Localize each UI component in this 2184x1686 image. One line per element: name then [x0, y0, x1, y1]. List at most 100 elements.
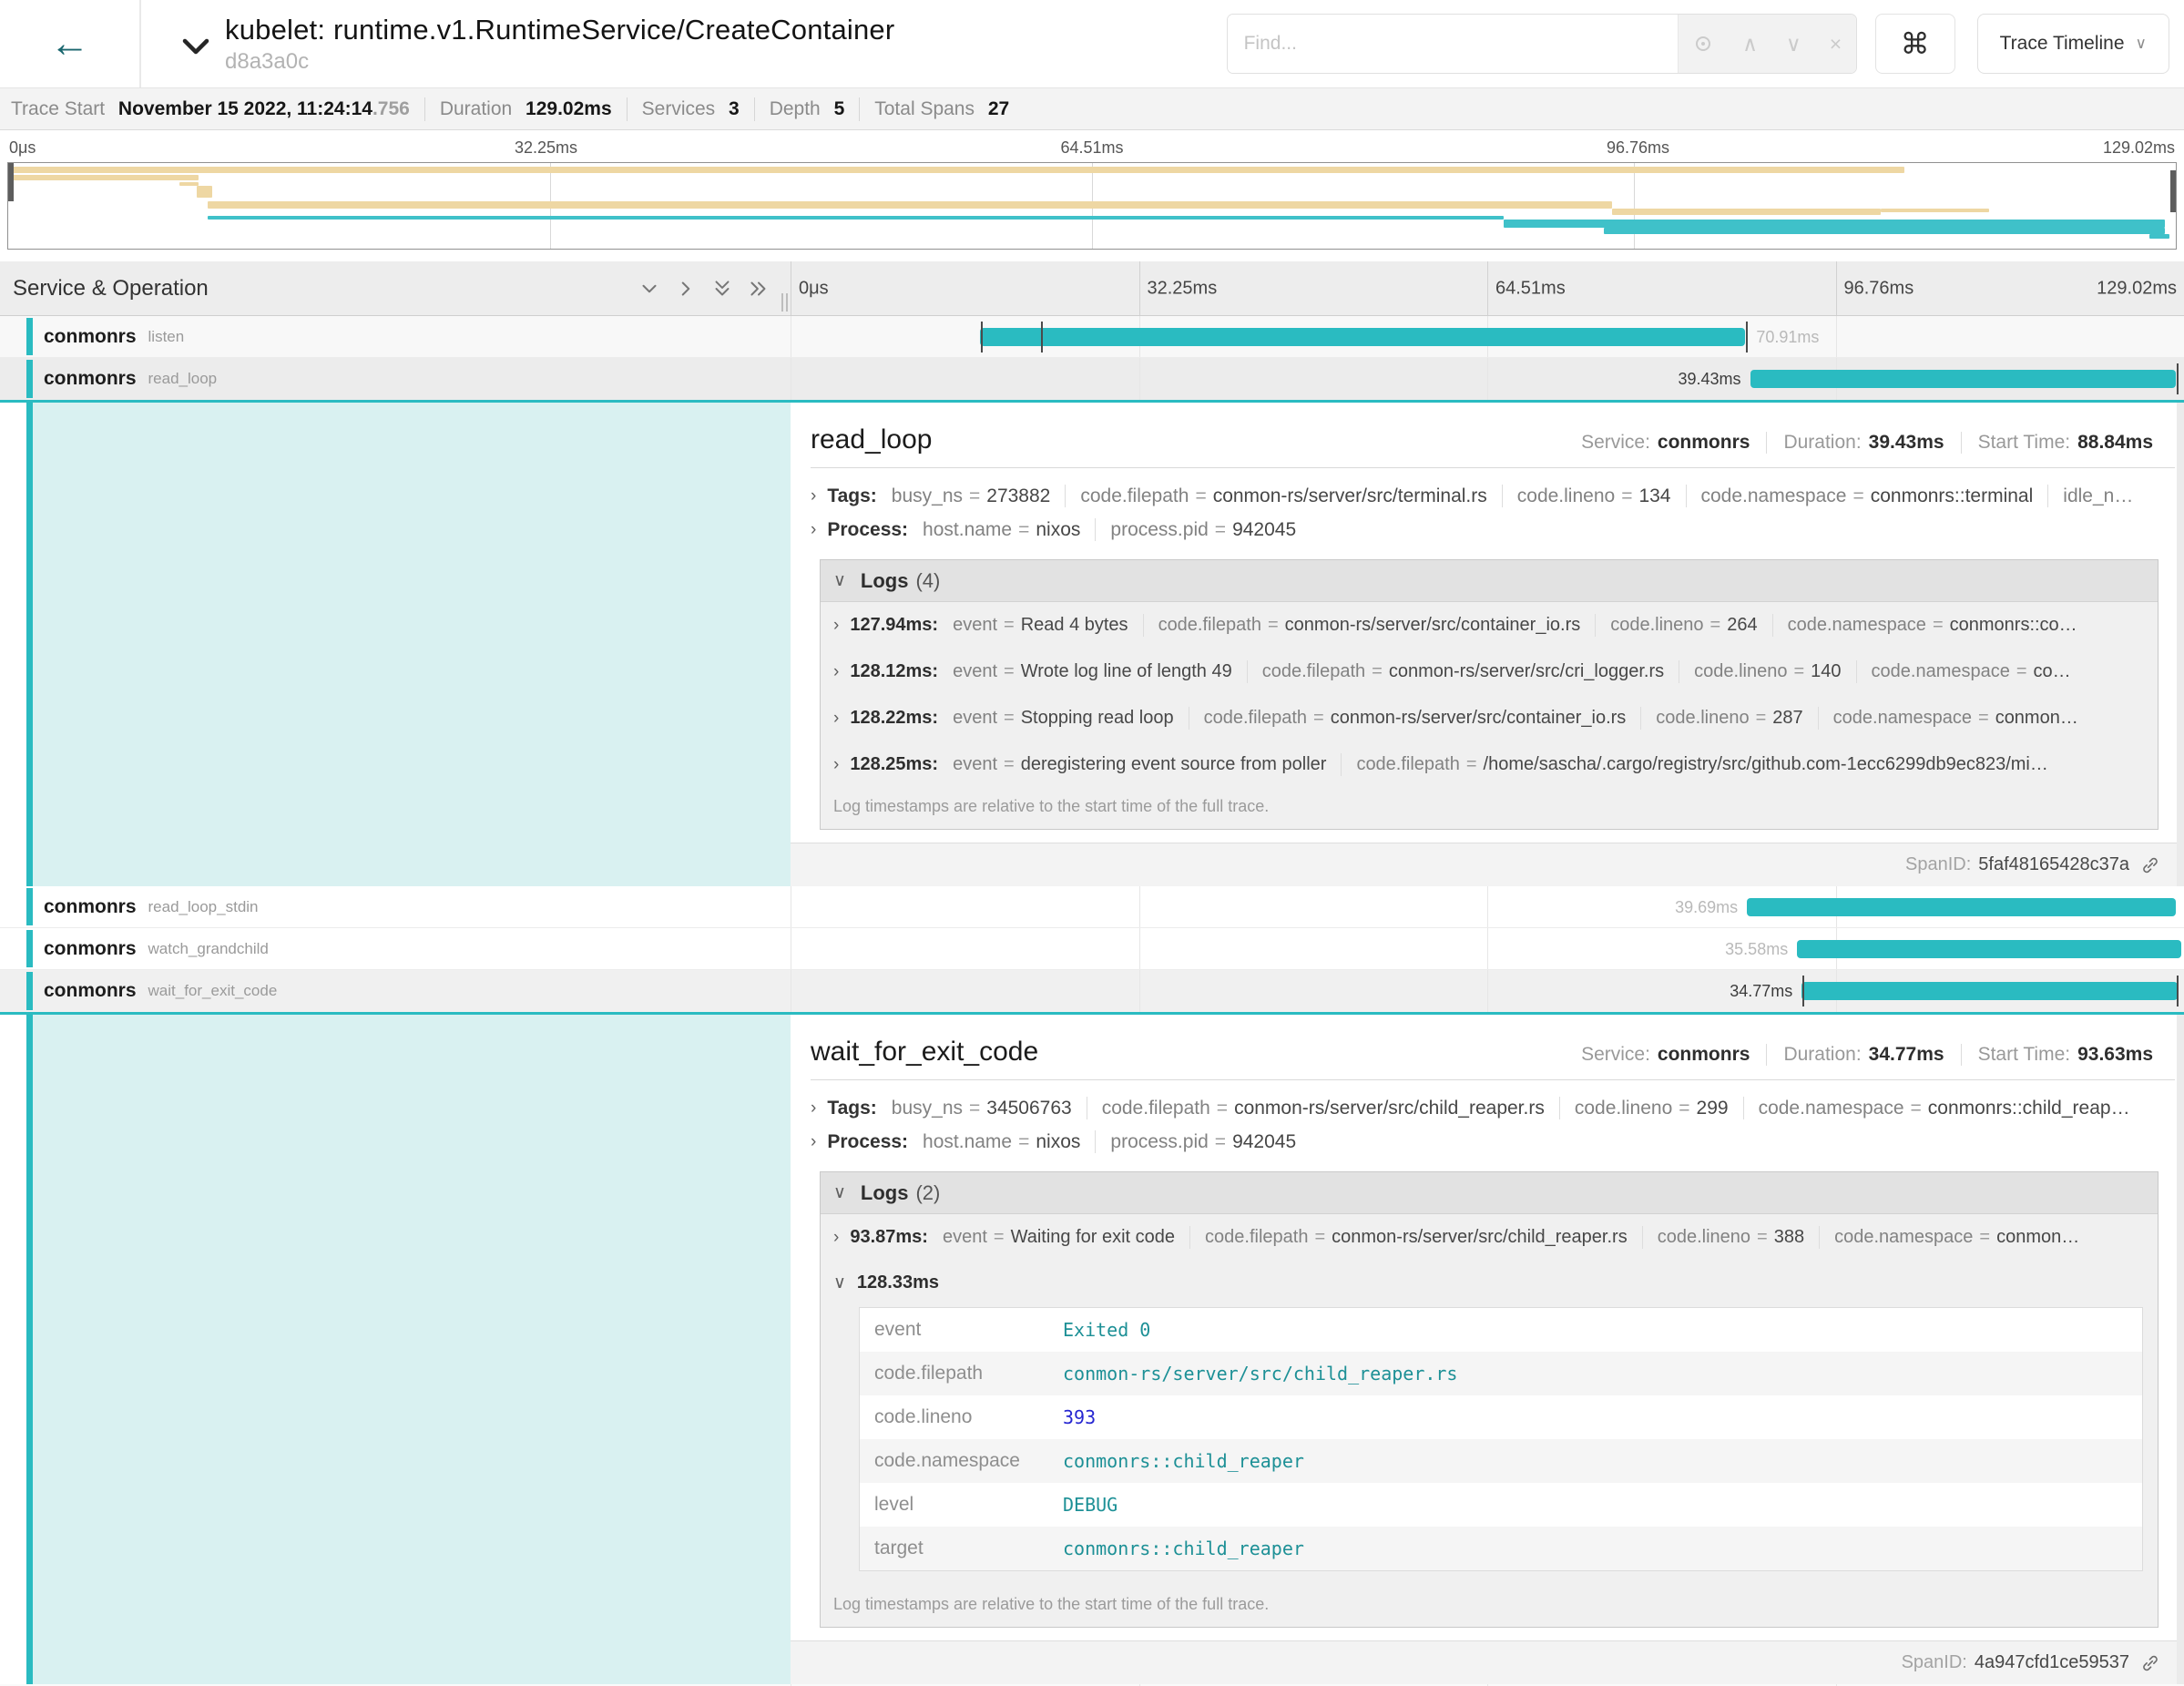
logs-header[interactable]: ∨Logs(2) [821, 1172, 2158, 1214]
find-input[interactable] [1228, 15, 1678, 73]
timeline-gridline [1139, 886, 1140, 927]
span-duration-label: 34.77ms [1730, 970, 1792, 1012]
span-row-read_loop_stdin[interactable]: conmonrsread_loop_stdin39.69ms [0, 886, 2184, 928]
span-accent [26, 888, 33, 925]
span-detail-indent [0, 1015, 791, 1684]
chevron-down-icon: ∨ [833, 1182, 846, 1203]
log-entry[interactable]: ›128.22ms:event=Stopping read loopcode.f… [821, 695, 2158, 741]
trace-view-selector[interactable]: Trace Timeline ∨ [1977, 14, 2169, 74]
span-timeline-cell: 70.91ms [791, 316, 2184, 357]
find-clear-icon[interactable]: × [1830, 32, 1842, 56]
span-bar[interactable] [1801, 982, 2177, 1000]
logs-label: Logs [861, 569, 909, 593]
operation-name: listen [148, 328, 185, 346]
tag-field: code.filepath=conmon-rs/server/src/termi… [1080, 485, 1486, 507]
minimap-tick-label: 64.51ms [1060, 138, 1123, 158]
scope-icon[interactable] [1692, 33, 1714, 55]
span-id-label: SpanID: [1905, 854, 1971, 875]
span-name-cell[interactable]: conmonrswatch_grandchild [0, 928, 791, 969]
span-name-cell[interactable]: conmonrswait_for_exit_code [0, 970, 791, 1012]
column-resize-handle[interactable] [781, 293, 788, 312]
span-detail-read_loop: read_loopService: conmonrsDuration: 39.4… [0, 400, 2184, 886]
field-separator [1856, 660, 1857, 683]
timeline-gridline [1487, 261, 1488, 315]
keyboard-shortcuts-button[interactable]: ⌘ [1875, 14, 1955, 74]
field-separator [1559, 1097, 1560, 1119]
chevron-right-icon: › [811, 486, 816, 506]
detail-right-edge [2177, 403, 2184, 886]
log-detail-row: code.filepathconmon-rs/server/src/child_… [860, 1352, 2142, 1395]
trace-id: d8a3a0c [225, 49, 894, 75]
field-separator [1818, 707, 1819, 730]
minimap-span-bar [208, 216, 1504, 220]
tag-field: code.lineno=299 [1575, 1098, 1729, 1119]
log-entry[interactable]: ›128.25ms:event=deregistering event sour… [821, 741, 2158, 788]
tag-field: code.namespace=conmonrs::terminal [1701, 485, 2034, 507]
log-entry[interactable]: ›127.94ms:event=Read 4 bytescode.filepat… [821, 602, 2158, 649]
process-row[interactable]: ›Process:host.name=nixosprocess.pid=9420… [811, 518, 2175, 541]
collapse-one-icon[interactable] [638, 277, 661, 301]
trace-summary-bar: Trace Start November 15 2022, 11:24:14.7… [0, 87, 2184, 130]
minimap-right-handle[interactable] [2170, 170, 2176, 212]
timeline-gridline [1139, 358, 1140, 400]
service-name: conmonrs [44, 368, 137, 390]
minimap-canvas[interactable] [7, 162, 2177, 250]
span-timeline-cell: 34.77ms [791, 970, 2184, 1012]
span-row-wait_for_exit_code[interactable]: conmonrswait_for_exit_code 34.77ms [0, 970, 2184, 1012]
span-detail-meta: Service: conmonrsDuration: 34.77msStart … [1581, 1044, 2175, 1066]
span-bar[interactable] [1750, 370, 2177, 388]
minimap-left-handle[interactable] [8, 163, 14, 201]
minimap-tick-label: 129.02ms [2103, 138, 2175, 158]
timeline-gridline [1487, 358, 1488, 400]
span-bar[interactable] [1747, 898, 2176, 916]
minimap-span-bar [179, 182, 199, 186]
timeline-gridline [1836, 316, 1837, 357]
logs-header[interactable]: ∨Logs(4) [821, 560, 2158, 602]
log-entry[interactable]: ›128.12ms:event=Wrote log line of length… [821, 649, 2158, 695]
find-next-icon[interactable]: ∨ [1786, 32, 1801, 56]
process-field: host.name=nixos [923, 1131, 1080, 1153]
back-button[interactable]: ← [0, 0, 141, 87]
process-field: process.pid=942045 [1110, 519, 1296, 541]
span-id-value: 5faf48165428c37a [1978, 854, 2129, 875]
copy-link-icon[interactable] [2140, 1653, 2160, 1673]
chevron-right-icon: › [833, 755, 839, 775]
app-header: ← kubelet: runtime.v1.RuntimeService/Cre… [0, 0, 2184, 87]
process-row[interactable]: ›Process:host.name=nixosprocess.pid=9420… [811, 1130, 2175, 1153]
minimap-tick-label: 0μs [9, 138, 36, 158]
span-row-listen[interactable]: conmonrslisten70.91ms [0, 316, 2184, 358]
expand-one-icon[interactable] [674, 277, 698, 301]
expand-all-icon[interactable] [747, 277, 771, 301]
log-field: event=Read 4 bytes [953, 615, 1128, 636]
span-name-cell[interactable]: conmonrsread_loop_stdin [0, 886, 791, 927]
span-bar[interactable] [980, 328, 1746, 346]
tags-row[interactable]: › Tags: busy_ns=273882 code.filepath=conmon… [811, 485, 2175, 507]
tags-row[interactable]: ›Tags:busy_ns=34506763code.filepath=conm… [811, 1097, 2175, 1119]
tags-label: Tags: [827, 485, 876, 507]
tag-field: busy_ns=273882 [892, 485, 1051, 507]
collapse-trace-chevron-icon[interactable] [179, 36, 212, 62]
field-separator [1640, 707, 1641, 730]
log-entry[interactable]: ›93.87ms:event=Waiting for exit codecode… [821, 1214, 2158, 1261]
span-name-cell[interactable]: conmonrslisten [0, 316, 791, 357]
field-separator [1247, 660, 1248, 683]
log-entry-expanded[interactable]: ∨128.33ms [821, 1261, 2158, 1305]
chevron-right-icon: › [811, 1098, 816, 1119]
span-accent [26, 930, 33, 967]
collapse-all-icon[interactable] [710, 277, 734, 301]
span-detail-header: read_loopService: conmonrsDuration: 39.4… [811, 424, 2175, 455]
copy-link-icon[interactable] [2140, 855, 2160, 875]
span-name-cell[interactable]: conmonrsread_loop [0, 358, 791, 400]
find-prev-icon[interactable]: ∧ [1742, 32, 1758, 56]
timeline-tick-label: 32.25ms [1148, 278, 1218, 299]
span-row-watch_grandchild[interactable]: conmonrswatch_grandchild35.58ms [0, 928, 2184, 970]
span-row-read_loop[interactable]: conmonrsread_loop39.43ms [0, 358, 2184, 400]
log-detail-key: level [860, 1483, 1056, 1527]
span-bar[interactable] [1797, 940, 2181, 958]
log-detail-value: conmonrs::child_reaper [1056, 1527, 2142, 1570]
chevron-right-icon: › [833, 1228, 839, 1248]
field-separator [1686, 485, 1687, 507]
trace-view-app: ← kubelet: runtime.v1.RuntimeService/Cre… [0, 0, 2184, 1686]
log-field: event=deregistering event source from po… [953, 754, 1326, 775]
operation-name: read_loop_stdin [148, 898, 259, 916]
